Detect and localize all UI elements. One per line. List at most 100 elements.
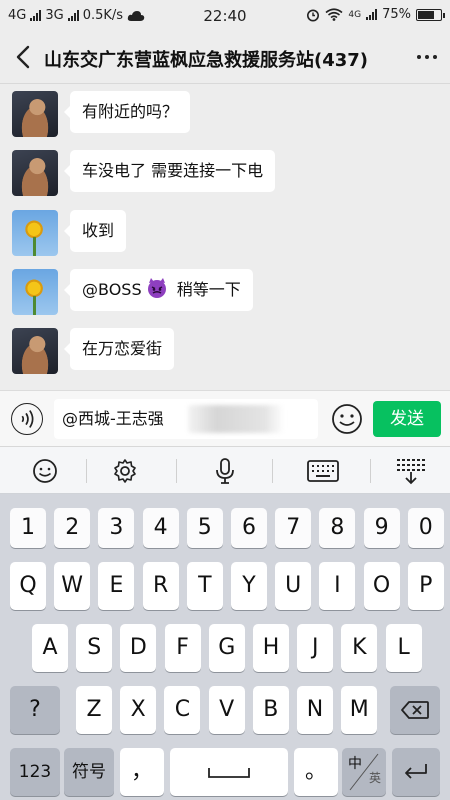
- key-l-label: L: [397, 635, 410, 660]
- flower-avatar[interactable]: [12, 210, 58, 256]
- message-text: 收到: [82, 221, 115, 240]
- key-p-label: P: [419, 573, 433, 598]
- key-symbols[interactable]: 符号: [64, 748, 114, 796]
- key-i[interactable]: I: [319, 562, 356, 610]
- message-bubble[interactable]: 有附近的吗？: [63, 91, 191, 133]
- key-period[interactable]: 。: [294, 748, 338, 796]
- keyboard-voice-button[interactable]: [180, 447, 270, 495]
- key-2[interactable]: 2: [54, 508, 91, 548]
- key-h[interactable]: H: [253, 624, 289, 672]
- key-p[interactable]: P: [407, 562, 444, 610]
- key-0[interactable]: 0: [407, 508, 444, 548]
- language-switch-key[interactable]: 中英: [342, 748, 386, 796]
- message-row: 收到: [12, 210, 127, 260]
- flower-avatar[interactable]: [12, 269, 58, 315]
- backspace-icon: [401, 701, 429, 719]
- emoji-icon[interactable]: [331, 403, 363, 435]
- key-x[interactable]: X: [120, 686, 157, 734]
- back-arrow-icon[interactable]: [12, 44, 36, 70]
- message-text: 车没电了 需要连接一下电: [82, 161, 264, 180]
- key-6[interactable]: 6: [231, 508, 267, 548]
- key-a-label: A: [42, 635, 58, 660]
- key-2-label: 2: [65, 515, 80, 540]
- key-y-label: Y: [242, 573, 256, 598]
- key-1[interactable]: 1: [10, 508, 46, 548]
- key-9[interactable]: 9: [363, 508, 400, 548]
- devil-emoji-icon: [147, 278, 166, 298]
- message-input[interactable]: @西城-王志强: [54, 399, 318, 439]
- keyboard-layout-button[interactable]: [278, 447, 368, 495]
- more-options-icon[interactable]: [414, 46, 440, 68]
- message-input-value: @西城-王志强: [62, 409, 164, 428]
- key-3[interactable]: 3: [98, 508, 135, 548]
- key-m[interactable]: M: [341, 686, 378, 734]
- key-question[interactable]: ?: [10, 686, 60, 734]
- key-6-label: 6: [242, 515, 256, 540]
- key-l[interactable]: L: [385, 624, 422, 672]
- voice-input-icon[interactable]: [11, 403, 43, 435]
- key-u[interactable]: U: [275, 562, 312, 610]
- return-key[interactable]: [392, 748, 440, 796]
- key-0-label: 0: [418, 515, 433, 540]
- key-s[interactable]: S: [76, 624, 113, 672]
- key-t[interactable]: T: [186, 562, 223, 610]
- send-button[interactable]: 发送: [373, 401, 441, 437]
- key-g[interactable]: G: [208, 624, 245, 672]
- key-y[interactable]: Y: [231, 562, 267, 610]
- status-bar: 4G 3G 0.5K/s 22:40 4G 75%: [0, 0, 450, 32]
- message-row: 在万恋爱街: [12, 328, 175, 378]
- signal-icon: [366, 9, 378, 20]
- wifi-icon: [325, 8, 343, 21]
- key-w[interactable]: W: [54, 562, 91, 610]
- key-r[interactable]: R: [142, 562, 179, 610]
- message-row: 有附近的吗？: [12, 91, 191, 141]
- man-avatar[interactable]: [12, 328, 58, 374]
- key-o[interactable]: O: [363, 562, 400, 610]
- message-bubble[interactable]: @BOSS 稍等一下: [64, 269, 253, 311]
- smiley-icon: [33, 459, 57, 483]
- key-v[interactable]: V: [208, 686, 245, 734]
- keyboard: 1 2 3 4 5 6 7 8 9 0 Q W E R T Y U I O P A S D F G H J K L? Z X C V B N M 123…: [0, 494, 450, 800]
- lang-en-label: 英: [368, 771, 381, 785]
- key-d-label: D: [129, 635, 147, 660]
- key-j[interactable]: J: [297, 624, 334, 672]
- key-b[interactable]: B: [252, 686, 289, 734]
- key-e-label: E: [109, 573, 124, 598]
- man-avatar[interactable]: [12, 150, 58, 196]
- key-n[interactable]: N: [297, 686, 333, 734]
- message-row: 车没电了 需要连接一下电: [12, 150, 276, 200]
- microphone-icon: [216, 458, 234, 484]
- key-7[interactable]: 7: [275, 508, 312, 548]
- key-c[interactable]: C: [164, 686, 201, 734]
- key-5[interactable]: 5: [186, 508, 223, 548]
- key-e[interactable]: E: [98, 562, 135, 610]
- key-5-label: 5: [197, 515, 212, 540]
- man-avatar[interactable]: [12, 91, 58, 137]
- key-d[interactable]: D: [120, 624, 157, 672]
- key-k[interactable]: K: [341, 624, 378, 672]
- key-comma-label: ，: [130, 759, 153, 784]
- message-bubble[interactable]: 在万恋爱街: [63, 328, 175, 370]
- key-j-label: J: [311, 635, 319, 660]
- battery-icon: [416, 8, 445, 21]
- hide-keyboard-button[interactable]: [366, 447, 450, 495]
- key-4[interactable]: 4: [142, 508, 179, 548]
- keyboard-settings-button[interactable]: [80, 447, 170, 495]
- network-type-3: 4G: [348, 9, 362, 20]
- message-list[interactable]: 有附近的吗？ 车没电了 需要连接一下电 收到 @BOSS 稍等一下 在万恋爱街: [0, 84, 450, 390]
- space-key[interactable]: [170, 748, 288, 796]
- key-z[interactable]: Z: [76, 686, 112, 734]
- message-bubble[interactable]: 收到: [63, 210, 127, 252]
- alarm-icon: [307, 9, 320, 21]
- keyboard-emoji-button[interactable]: [0, 447, 90, 495]
- key-f[interactable]: F: [164, 624, 201, 672]
- backspace-key[interactable]: [390, 686, 440, 734]
- message-bubble[interactable]: 车没电了 需要连接一下电: [63, 150, 276, 192]
- key-a[interactable]: A: [32, 624, 68, 672]
- key-123[interactable]: 123: [10, 748, 60, 796]
- key-i-label: I: [334, 573, 341, 598]
- key-q[interactable]: Q: [10, 562, 46, 610]
- key-comma[interactable]: ，: [120, 748, 164, 796]
- key-123-label: 123: [18, 762, 52, 782]
- key-8[interactable]: 8: [319, 508, 356, 548]
